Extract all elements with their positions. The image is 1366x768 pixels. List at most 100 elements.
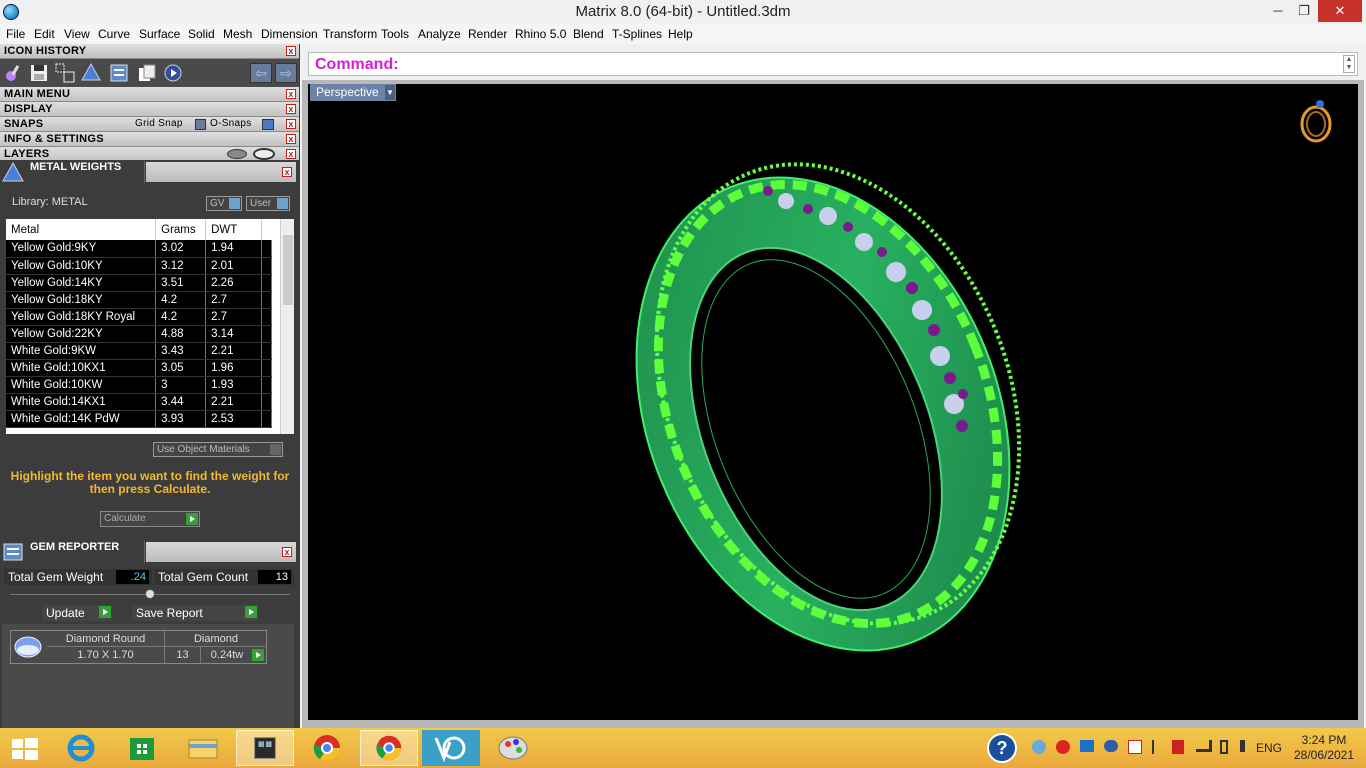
tray-app-icon[interactable]: [1032, 740, 1046, 754]
menu-rhino5[interactable]: Rhino 5.0: [515, 27, 566, 41]
close-icon[interactable]: x: [286, 119, 296, 129]
main-menu-header[interactable]: MAIN MENU x: [0, 87, 299, 102]
save-report-button[interactable]: Save Report: [132, 605, 258, 621]
history-forward-button[interactable]: ⇨: [275, 63, 297, 83]
table-row[interactable]: White Gold:14K PdW 3.93 2.53: [6, 410, 273, 428]
scroll-thumb[interactable]: [283, 235, 293, 305]
flag-icon[interactable]: [1152, 740, 1162, 754]
menu-view[interactable]: View: [64, 27, 90, 41]
store-icon[interactable]: [113, 730, 171, 766]
help-icon[interactable]: ?: [986, 732, 1018, 764]
viewport-tab[interactable]: Perspective ▼: [310, 84, 396, 101]
menu-blend[interactable]: Blend: [573, 27, 604, 41]
close-icon[interactable]: x: [282, 547, 292, 557]
command-history-scroll[interactable]: ▲ ▼: [1343, 55, 1355, 73]
slider-handle[interactable]: [145, 589, 155, 599]
menu-file[interactable]: File: [6, 27, 25, 41]
battery-icon[interactable]: [1220, 740, 1228, 754]
volume-icon[interactable]: [1240, 740, 1252, 752]
history-back-button[interactable]: ⇦: [250, 63, 272, 83]
transform-icon[interactable]: [54, 62, 76, 84]
ring-model[interactable]: [308, 84, 1358, 720]
close-icon[interactable]: x: [286, 134, 296, 144]
calculate-button[interactable]: Calculate: [100, 511, 200, 527]
vectorworks-icon[interactable]: [422, 730, 480, 766]
layer-toggle-icon[interactable]: [227, 149, 247, 159]
icon-history-header[interactable]: ICON HISTORY x: [0, 44, 299, 59]
total-gem-count-value: 13: [258, 570, 291, 584]
signal-icon[interactable]: [1196, 740, 1212, 752]
tray-app-icon[interactable]: [1080, 740, 1094, 752]
save-icon[interactable]: [28, 62, 50, 84]
table-row[interactable]: Yellow Gold:9KY 3.02 1.94: [6, 240, 273, 258]
display-header[interactable]: DISPLAY x: [0, 102, 299, 117]
gem-row[interactable]: Diamond Round Diamond 1.70 X 1.70 13 0.2…: [10, 630, 267, 664]
menu-surface[interactable]: Surface: [139, 27, 180, 41]
info-settings-header[interactable]: INFO & SETTINGS x: [0, 132, 299, 147]
table-row[interactable]: White Gold:10KW 3 1.93: [6, 376, 273, 394]
close-icon[interactable]: x: [286, 149, 296, 159]
close-icon[interactable]: x: [286, 104, 296, 114]
menu-mesh[interactable]: Mesh: [223, 27, 252, 41]
close-button[interactable]: ✕: [1318, 0, 1362, 22]
table-row[interactable]: Yellow Gold:18KY 4.2 2.7: [6, 291, 273, 309]
matrix-app-taskbar-icon[interactable]: [236, 730, 294, 766]
update-button[interactable]: Update: [42, 605, 112, 621]
beats-icon[interactable]: [1056, 740, 1070, 754]
chrome-icon[interactable]: [298, 730, 356, 766]
use-object-materials-toggle[interactable]: Use Object Materials: [153, 442, 283, 457]
grid-snap-toggle[interactable]: [195, 119, 206, 130]
tools-icon[interactable]: [3, 62, 25, 84]
vivaldi-icon[interactable]: [1128, 740, 1142, 754]
metal-weight-icon[interactable]: [80, 62, 102, 84]
table-row[interactable]: White Gold:10KX1 3.05 1.96: [6, 359, 273, 377]
table-row[interactable]: White Gold:14KX1 3.44 2.21: [6, 393, 273, 411]
menu-help[interactable]: Help: [668, 27, 693, 41]
col-grams[interactable]: Grams: [155, 219, 207, 240]
chrome-icon[interactable]: [360, 730, 418, 766]
onedrive-icon[interactable]: [1104, 740, 1118, 752]
menu-analyze[interactable]: Analyze: [418, 27, 461, 41]
chevron-down-icon[interactable]: ▼: [385, 85, 395, 100]
menu-transform[interactable]: Transform: [323, 27, 377, 41]
table-row[interactable]: White Gold:9KW 3.43 2.21: [6, 342, 273, 360]
shield-icon[interactable]: [1172, 740, 1184, 754]
menu-tsplines[interactable]: T-Splines: [612, 27, 662, 41]
menu-edit[interactable]: Edit: [34, 27, 55, 41]
user-toggle[interactable]: User: [246, 196, 290, 211]
file-explorer-icon[interactable]: [174, 730, 232, 766]
record-icon[interactable]: [162, 62, 184, 84]
menu-render[interactable]: Render: [468, 27, 507, 41]
close-icon[interactable]: x: [282, 167, 292, 177]
internet-explorer-icon[interactable]: [52, 730, 110, 766]
eye-icon[interactable]: [253, 148, 275, 160]
windows-start-icon[interactable]: [0, 730, 50, 766]
metal-table[interactable]: Metal Grams DWT Yellow Gold:9KY 3.02 1.94 …: [6, 219, 294, 434]
restore-button[interactable]: ❐: [1288, 0, 1320, 22]
menu-tools[interactable]: Tools: [381, 27, 409, 41]
gv-toggle[interactable]: GV: [206, 196, 242, 211]
table-row[interactable]: Yellow Gold:10KY 3.12 2.01: [6, 257, 273, 275]
copy-icon[interactable]: [136, 62, 158, 84]
snaps-header[interactable]: SNAPS Grid Snap O-Snaps x: [0, 117, 299, 132]
play-icon[interactable]: [252, 649, 264, 661]
col-dwt[interactable]: DWT: [205, 219, 262, 240]
gem-report-icon[interactable]: [108, 62, 130, 84]
perspective-viewport[interactable]: [308, 84, 1358, 720]
table-row[interactable]: Yellow Gold:22KY 4.88 3.14: [6, 325, 273, 343]
close-icon[interactable]: x: [286, 89, 296, 99]
language-indicator[interactable]: ENG: [1256, 741, 1282, 755]
close-icon[interactable]: x: [286, 46, 296, 56]
menu-dimension[interactable]: Dimension: [261, 27, 318, 41]
table-row[interactable]: Yellow Gold:18KY Royal 4.2 2.7: [6, 308, 273, 326]
command-input[interactable]: [405, 55, 1335, 73]
table-row[interactable]: Yellow Gold:14KY 3.51 2.26: [6, 274, 273, 292]
col-metal[interactable]: Metal: [6, 219, 157, 240]
paint-icon[interactable]: [484, 730, 542, 766]
osnaps-toggle[interactable]: [262, 119, 274, 130]
table-scrollbar[interactable]: [280, 219, 294, 434]
clock[interactable]: 3:24 PM 28/06/2021: [1288, 733, 1360, 763]
menu-curve[interactable]: Curve: [98, 27, 130, 41]
menu-solid[interactable]: Solid: [188, 27, 215, 41]
ring-thumbnail-icon[interactable]: [1298, 96, 1338, 144]
